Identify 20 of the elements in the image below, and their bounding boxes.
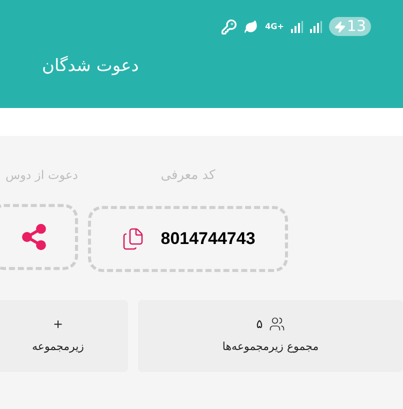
network-type: 4G+ xyxy=(265,22,284,30)
referral-label: کد معرفی xyxy=(160,167,216,185)
signal-icon xyxy=(290,20,303,32)
referral-code: 8014744743 xyxy=(160,228,256,250)
share-icon xyxy=(20,223,48,251)
header-title: دعوت شدگان xyxy=(42,54,139,78)
stat-value: + xyxy=(52,316,64,334)
leaf-icon xyxy=(244,20,258,34)
stat-label: زیرمجموعه xyxy=(32,339,84,356)
battery-level: 13 xyxy=(346,16,366,38)
stat-label: مجموع زیرمجموعه‌ها xyxy=(222,339,319,356)
stat-value: ۵ xyxy=(256,316,263,334)
share-button[interactable] xyxy=(0,204,78,270)
share-label: دعوت از دوس xyxy=(5,167,78,184)
copy-icon xyxy=(120,226,145,250)
charging-icon xyxy=(334,20,346,32)
signal-icon xyxy=(310,20,322,32)
referral-code-button[interactable]: 8014744743 xyxy=(88,206,288,272)
users-icon xyxy=(268,316,285,332)
key-icon xyxy=(221,18,238,34)
